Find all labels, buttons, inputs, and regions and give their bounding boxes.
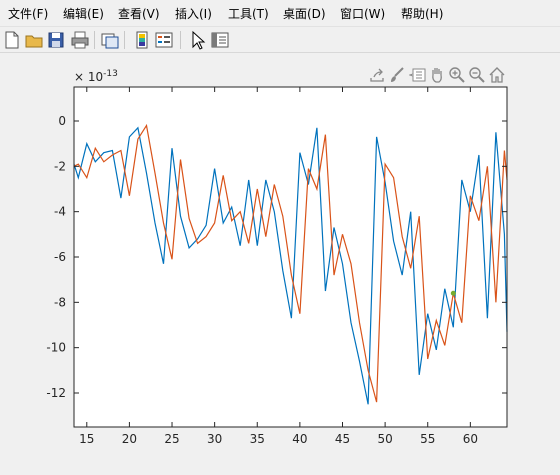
x-tick-label: 25 xyxy=(164,432,179,446)
insert-legend-icon[interactable] xyxy=(154,30,174,50)
open-file-icon[interactable] xyxy=(24,30,44,50)
property-inspector-icon[interactable] xyxy=(210,30,230,50)
x-tick-label: 20 xyxy=(122,432,137,446)
link-plot-icon[interactable] xyxy=(100,30,120,50)
y-tick-label: 0 xyxy=(58,114,66,128)
line-chart[interactable]: × 10-13 15 20 25 30 35 40 45 50 55 60 0 -2 -4 -6 -8 -10… xyxy=(0,53,560,475)
menu-tools[interactable]: 工具(T) xyxy=(228,5,269,22)
menu-help[interactable]: 帮助(H) xyxy=(401,5,443,22)
x-tick-label: 15 xyxy=(79,432,94,446)
y-tick-label: -4 xyxy=(54,205,66,219)
y-tick-label: -12 xyxy=(46,386,66,400)
y-tick-label: -6 xyxy=(54,250,66,264)
x-tick-label: 40 xyxy=(292,432,307,446)
toolbar-separator xyxy=(94,31,95,49)
pointer-icon[interactable] xyxy=(188,30,208,50)
menu-file[interactable]: 文件(F) xyxy=(8,5,48,22)
toolbar-separator xyxy=(124,31,125,49)
new-figure-icon[interactable] xyxy=(2,30,22,50)
save-icon[interactable] xyxy=(46,30,66,50)
y-tick-label: -2 xyxy=(54,159,66,173)
figure-area: × 10-13 15 20 25 30 35 40 45 50 55 60 0 -2 -4 -6 -8 -10… xyxy=(0,53,560,475)
data-marker[interactable] xyxy=(450,290,456,296)
menu-desktop[interactable]: 桌面(D) xyxy=(283,5,326,22)
x-tick-label: 60 xyxy=(463,432,478,446)
print-icon[interactable] xyxy=(70,30,90,50)
x-tick-label: 30 xyxy=(207,432,222,446)
menu-bar: 文件(F) 编辑(E) 查看(V) 插入(I) 工具(T) 桌面(D) 窗口(W… xyxy=(0,0,560,26)
menu-window[interactable]: 窗口(W) xyxy=(340,5,385,22)
toolbar-separator xyxy=(180,31,181,49)
x-tick-label: 50 xyxy=(377,432,392,446)
menu-edit[interactable]: 编辑(E) xyxy=(63,5,104,22)
x-tick-label: 55 xyxy=(420,432,435,446)
insert-colorbar-icon[interactable] xyxy=(132,30,152,50)
exponent-label: × 10-13 xyxy=(74,69,118,84)
y-tick-label: -8 xyxy=(54,295,66,309)
x-tick-label: 45 xyxy=(335,432,350,446)
main-toolbar xyxy=(0,26,560,53)
menu-insert[interactable]: 插入(I) xyxy=(175,5,212,22)
y-tick-label: -10 xyxy=(46,341,66,355)
x-tick-label: 35 xyxy=(250,432,265,446)
menu-view[interactable]: 查看(V) xyxy=(118,5,160,22)
